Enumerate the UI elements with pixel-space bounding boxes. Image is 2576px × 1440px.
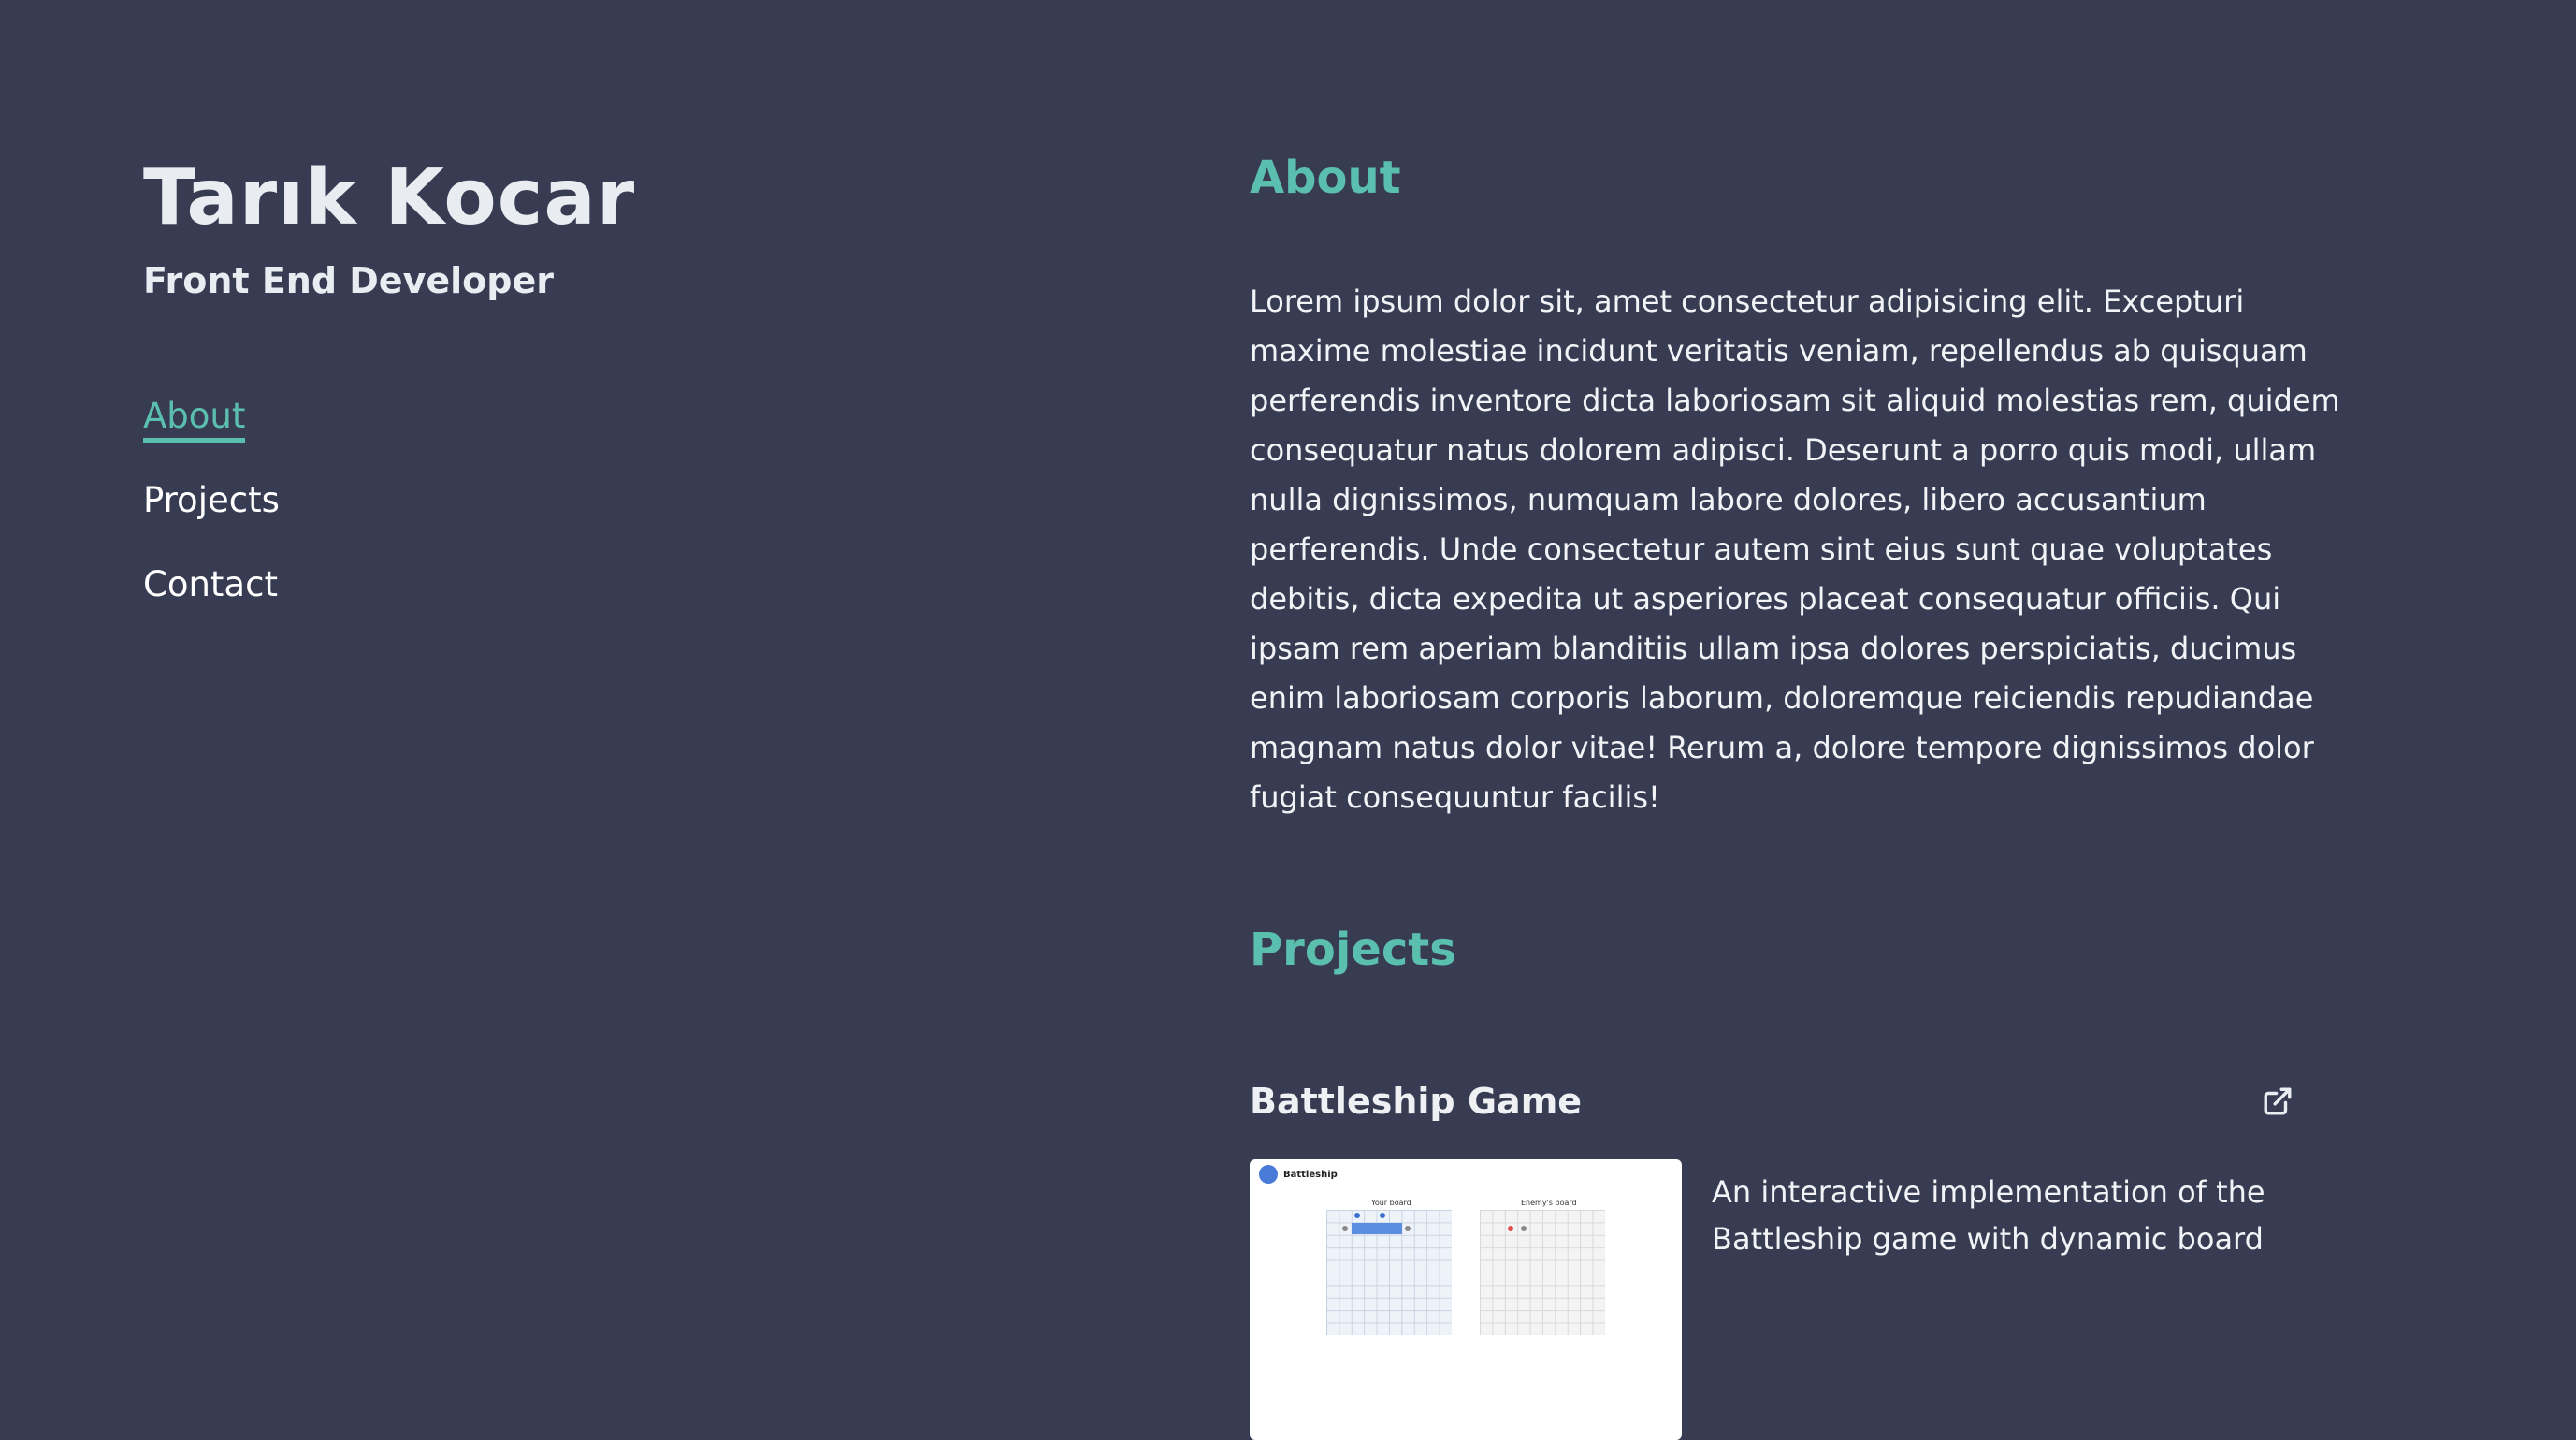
ship <box>1352 1223 1402 1234</box>
nav-item-contact[interactable]: Contact <box>143 563 985 606</box>
your-board <box>1326 1210 1452 1335</box>
project-thumbnail[interactable]: Battleship Your board Enemy's board <box>1250 1159 1682 1440</box>
project-header: Battleship Game <box>1250 1079 2294 1124</box>
nav-item-projects-label: Projects <box>143 480 280 520</box>
external-link-icon[interactable] <box>2262 1085 2294 1117</box>
nav-item-contact-label: Contact <box>143 564 278 604</box>
project-body: Battleship Your board Enemy's board An i… <box>1250 1159 2363 1440</box>
miss-marker <box>1405 1226 1411 1231</box>
enemy-board-label: Enemy's board <box>1521 1199 1577 1207</box>
nav-item-about[interactable]: About <box>143 395 985 443</box>
hit-marker <box>1354 1213 1360 1218</box>
about-heading: About <box>1250 152 1401 204</box>
battleship-logo-icon <box>1259 1165 1278 1184</box>
enemy-board <box>1480 1210 1605 1335</box>
project-title: Battleship Game <box>1250 1081 1583 1122</box>
projects-heading: Projects <box>1250 924 1456 976</box>
project-description: An interactive implementation of the Bat… <box>1712 1174 2265 1257</box>
thumbnail-header: Battleship <box>1250 1159 1682 1189</box>
project-card: Battleship Game Battleship Your board En… <box>1250 1079 2363 1440</box>
main-content: About Lorem ipsum dolor sit, amet consec… <box>1250 150 2363 1440</box>
projects-section: Projects Battleship Game Battleship Your… <box>1250 922 2363 1440</box>
about-text: Lorem ipsum dolor sit, amet consectetur … <box>1250 284 2340 815</box>
nav-item-projects[interactable]: Projects <box>143 479 985 522</box>
about-section: About Lorem ipsum dolor sit, amet consec… <box>1250 150 2363 822</box>
profile-role: Front End Developer <box>143 260 554 301</box>
your-board-label: Your board <box>1371 1199 1411 1207</box>
nav-item-about-label: About <box>143 396 246 443</box>
hit-marker <box>1380 1213 1385 1218</box>
sidebar: Tarık Kocar Front End Developer About Pr… <box>143 150 985 647</box>
thumbnail-app-title: Battleship <box>1283 1169 1338 1180</box>
main-nav: About Projects Contact <box>143 395 985 606</box>
miss-marker <box>1521 1226 1527 1231</box>
hit-marker <box>1508 1226 1513 1231</box>
profile-name: Tarık Kocar <box>143 153 636 242</box>
miss-marker <box>1342 1226 1348 1231</box>
